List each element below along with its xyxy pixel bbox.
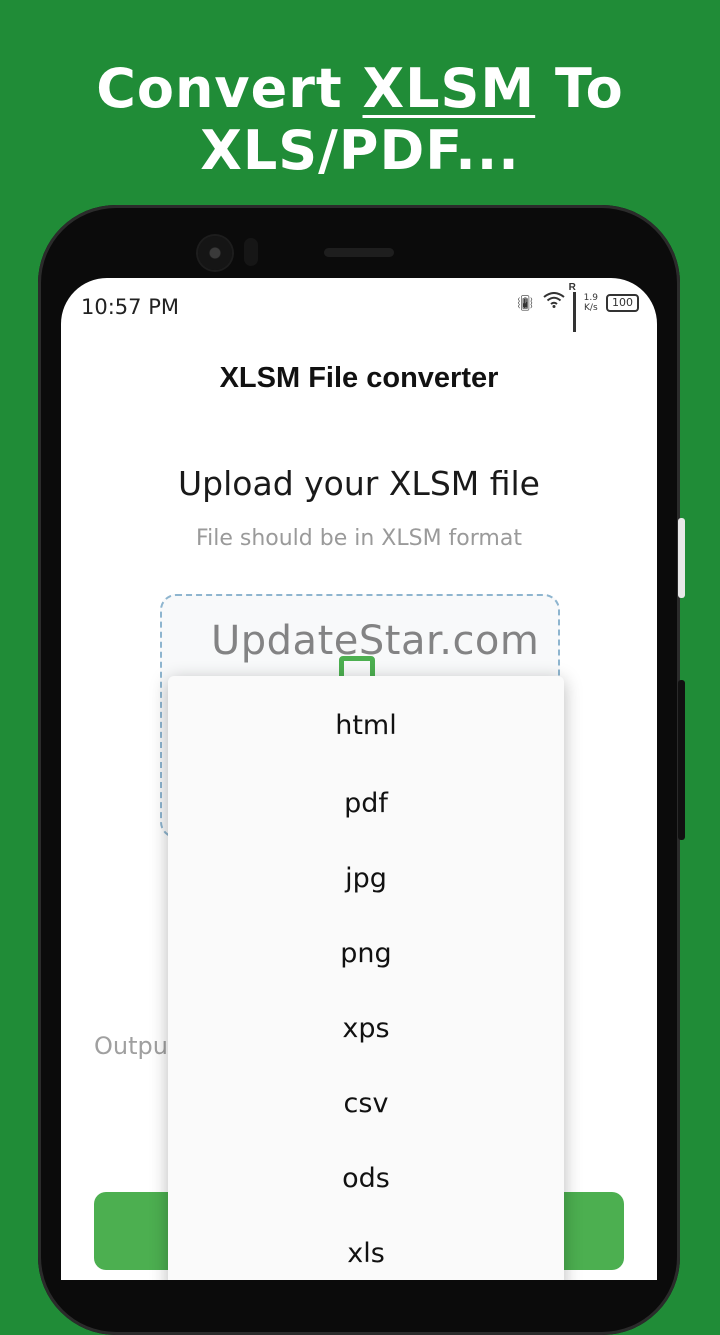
phone-volume-button	[678, 680, 685, 840]
wifi-icon	[543, 292, 565, 313]
output-format-label: Outpu	[94, 1032, 168, 1060]
upload-subtitle: File should be in XLSM format	[196, 526, 522, 551]
format-dropdown-menu[interactable]: html pdf jpg png xps csv ods xls	[168, 676, 564, 1280]
headline-line-2: XLS/PDF...	[200, 119, 520, 182]
signal-icon: R	[569, 282, 576, 332]
format-option-list: html pdf jpg png xps csv ods xls	[168, 676, 564, 1276]
phone-screen: 10:57 PM 📳︎ R 1.9 K/s 100 XLSM File conv…	[61, 278, 657, 1280]
headline-highlight: XLSM	[362, 57, 536, 120]
proximity-sensor	[244, 238, 258, 266]
watermark: UpdateStar.com	[211, 618, 540, 664]
format-option-xls[interactable]: xls	[168, 1201, 564, 1276]
app-title: XLSM File converter	[219, 362, 499, 394]
network-speed: 1.9 K/s	[584, 293, 598, 313]
headline-line-1: Convert XLSM To	[0, 58, 720, 120]
format-option-html[interactable]: html	[168, 676, 564, 751]
earpiece-speaker	[324, 248, 394, 257]
format-option-jpg[interactable]: jpg	[168, 826, 564, 901]
battery-icon: 100	[606, 293, 639, 312]
network-type: R	[568, 282, 576, 293]
promo-headline: Convert XLSM To XLS/PDF...	[0, 58, 720, 182]
headline-prefix: Convert	[96, 57, 363, 120]
phone-power-button	[678, 518, 685, 598]
headline-suffix: To	[535, 57, 624, 120]
status-time: 10:57 PM	[81, 295, 179, 319]
format-option-ods[interactable]: ods	[168, 1126, 564, 1201]
format-option-xps[interactable]: xps	[168, 976, 564, 1051]
battery-level: 100	[612, 295, 633, 309]
upload-title: Upload your XLSM file	[178, 464, 540, 503]
format-option-csv[interactable]: csv	[168, 1051, 564, 1126]
speed-value: 1.9	[583, 292, 598, 303]
format-option-pdf[interactable]: pdf	[168, 751, 564, 826]
format-option-png[interactable]: png	[168, 901, 564, 976]
status-icons: 📳︎ R 1.9 K/s 100	[515, 282, 639, 332]
front-camera	[198, 236, 232, 270]
speed-unit: K/s	[584, 302, 598, 313]
vibrate-icon: 📳︎	[515, 293, 535, 312]
